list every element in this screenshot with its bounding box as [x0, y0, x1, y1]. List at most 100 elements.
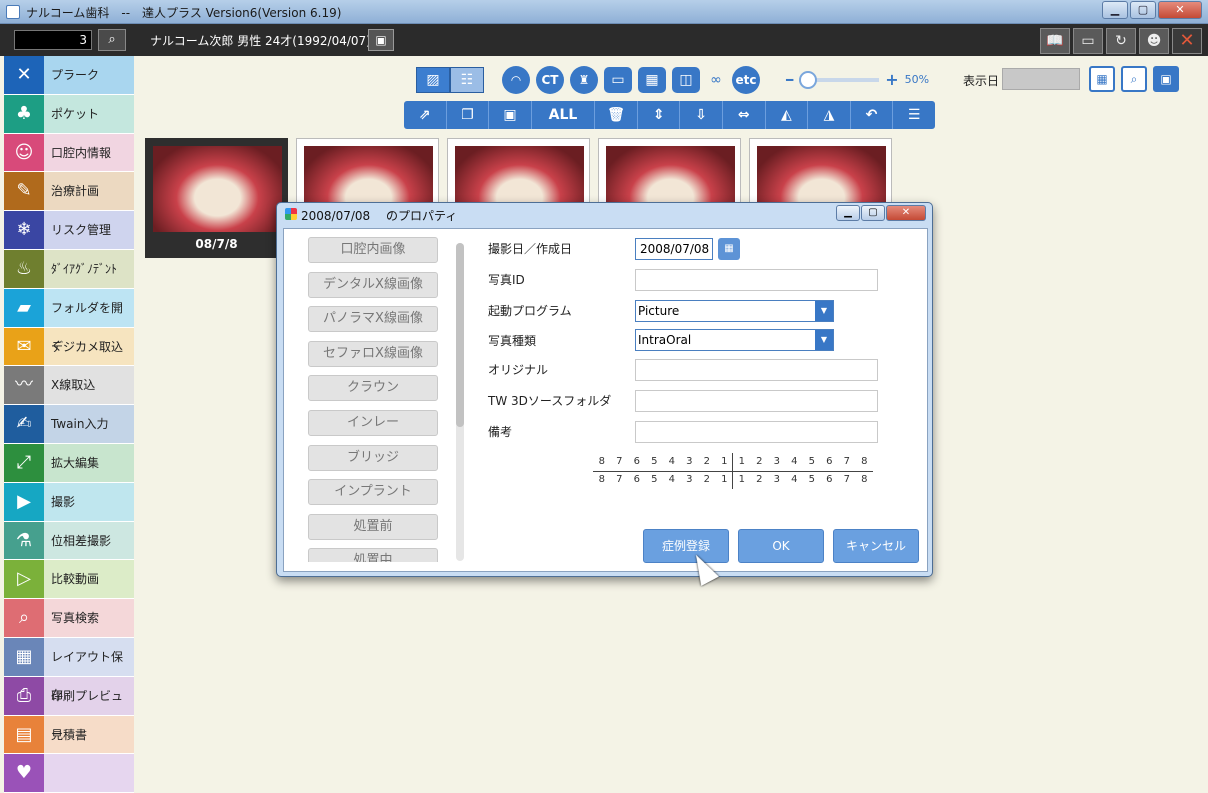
tooth-number[interactable]: 5 — [646, 453, 664, 471]
copy-icon[interactable]: ❐ — [447, 101, 490, 129]
tooth-number[interactable]: 3 — [681, 471, 699, 489]
original-input[interactable] — [635, 359, 878, 381]
rotate-left-icon[interactable]: ◭ — [766, 101, 809, 129]
sidebar-item[interactable]: 〰 X線取込 — [4, 366, 134, 406]
tooth-number[interactable]: 1 — [733, 453, 751, 471]
register-case-button[interactable]: 症例登録 — [643, 529, 729, 563]
maximize-button[interactable]: ▢ — [1130, 1, 1156, 19]
dialog-minimize-button[interactable]: ▁ — [836, 205, 860, 221]
tooth-number[interactable]: 4 — [663, 453, 681, 471]
date-input[interactable]: 2008/07/08 — [635, 238, 713, 260]
tooth-number[interactable]: 8 — [593, 453, 611, 471]
category-button[interactable]: 処置前 — [308, 513, 438, 540]
tooth-number[interactable]: 5 — [803, 453, 821, 471]
sidebar-item[interactable]: ▤ 見積書 — [4, 715, 134, 755]
sidebar-item[interactable]: ⌕ 写真検索 — [4, 599, 134, 638]
category-button[interactable]: インプラント — [308, 479, 438, 506]
tooth-number[interactable]: 1 — [716, 471, 734, 489]
chevron-down-icon[interactable]: ▼ — [815, 330, 833, 350]
tooth-number[interactable]: 7 — [611, 471, 629, 489]
sidebar-item[interactable]: ✎ 治療計画 — [4, 172, 134, 212]
tooth-number[interactable]: 1 — [733, 471, 751, 489]
zoom-slider[interactable] — [799, 70, 880, 89]
calendar-all-icon[interactable]: ▣ — [1153, 66, 1179, 92]
tooth-number[interactable]: 4 — [786, 453, 804, 471]
sidebar-item[interactable]: ▷ 比較動画 — [4, 560, 134, 600]
tooth-number[interactable]: 4 — [663, 471, 681, 489]
monitor-icon[interactable]: ▭ — [1073, 28, 1103, 54]
tooth-number[interactable]: 3 — [681, 453, 699, 471]
tw3d-input[interactable] — [635, 390, 878, 412]
sidebar-item[interactable]: ▶ 撮影 — [4, 482, 134, 522]
zoom-in-icon[interactable]: + — [885, 70, 898, 89]
calendar-icon[interactable]: ▦ — [718, 238, 740, 260]
tooth-number[interactable]: 6 — [628, 471, 646, 489]
list-icon[interactable]: ☰ — [893, 101, 935, 129]
flip-vertical-icon[interactable]: ⇕ — [638, 101, 681, 129]
calendar-search-icon[interactable]: ⌕ — [1121, 66, 1147, 92]
sidebar-item[interactable]: ⚗ 位相差撮影 — [4, 521, 134, 561]
program-select[interactable]: Picture ▼ — [635, 300, 834, 322]
export-icon[interactable]: ⇗ — [404, 101, 447, 129]
category-button[interactable]: 口腔内画像 — [308, 237, 438, 263]
zoom-slider-knob[interactable] — [799, 70, 818, 89]
link-icon[interactable]: ∞ — [706, 67, 726, 93]
ok-button[interactable]: OK — [738, 529, 824, 563]
patient-id-input[interactable]: 3 — [14, 30, 92, 50]
search-icon[interactable]: ⌕ — [98, 29, 126, 51]
trash-icon[interactable]: 🗑 — [595, 101, 638, 129]
sidebar-item[interactable]: ⤢ 拡大編集 — [4, 443, 134, 483]
tooth-number[interactable]: 3 — [768, 471, 786, 489]
film-icon[interactable]: ◫ — [672, 67, 700, 93]
duplicate-icon[interactable]: ▣ — [489, 101, 532, 129]
sidebar-item[interactable]: ✕ プラーク — [4, 56, 134, 95]
tooth-number[interactable]: 4 — [786, 471, 804, 489]
sidebar-item[interactable]: ☺ 口腔内情報 — [4, 133, 134, 173]
tooth-number[interactable]: 6 — [821, 453, 839, 471]
patient-card-icon[interactable]: ▣ — [368, 29, 394, 51]
category-button[interactable]: 処置中 — [308, 548, 438, 562]
calendar-icon[interactable]: ▦ — [1089, 66, 1115, 92]
dental-arch-icon[interactable]: ◠ — [502, 66, 530, 94]
tooth-number[interactable]: 8 — [593, 471, 611, 489]
image-view-icon[interactable]: ▨ — [416, 67, 450, 93]
select-all-button[interactable]: ALL — [532, 101, 596, 129]
tooth-number[interactable]: 3 — [768, 453, 786, 471]
refresh-icon[interactable]: ↻ — [1106, 28, 1136, 54]
tooth-number[interactable]: 1 — [716, 453, 734, 471]
tooth-number[interactable]: 7 — [838, 471, 856, 489]
panorama-icon[interactable]: ▭ — [604, 67, 632, 93]
minimize-button[interactable]: ▁ — [1102, 1, 1128, 19]
photo-thumbnail[interactable]: 08/7/8 — [145, 138, 288, 258]
tooth-number[interactable]: 2 — [698, 453, 716, 471]
flip-horizontal-icon[interactable]: ⇔ — [723, 101, 766, 129]
list-view-icon[interactable]: ☷ — [450, 67, 484, 93]
tooth-number[interactable]: 5 — [646, 471, 664, 489]
sidebar-item[interactable]: ✉ デジカメ取込 — [4, 327, 134, 367]
chevron-down-icon[interactable]: ▼ — [815, 301, 833, 321]
tooth-number[interactable]: 7 — [611, 453, 629, 471]
display-date-input[interactable] — [1002, 68, 1080, 90]
move-down-icon[interactable]: ⇩ — [680, 101, 723, 129]
photo-type-select[interactable]: IntraOral ▼ — [635, 329, 834, 351]
zoom-out-icon[interactable]: ━ — [786, 73, 793, 87]
sidebar-item[interactable]: ▦ レイアウト保存 — [4, 637, 134, 702]
photo-id-input[interactable] — [635, 269, 878, 291]
tooth-icon[interactable]: ♜ — [570, 66, 598, 94]
rotate-right-icon[interactable]: ◮ — [808, 101, 851, 129]
sidebar-item[interactable]: ❄ リスク管理 — [4, 211, 134, 250]
tooth-number[interactable]: 2 — [751, 471, 769, 489]
category-button[interactable]: セファロX線画像 — [308, 340, 438, 367]
tooth-number[interactable]: 2 — [698, 471, 716, 489]
tooth-number[interactable]: 6 — [821, 471, 839, 489]
sidebar-item[interactable]: ✍ Twain入力 — [4, 405, 134, 444]
grid-icon[interactable]: ▦ — [638, 67, 666, 93]
category-button[interactable]: インレー — [308, 409, 438, 436]
category-scrollbar[interactable] — [456, 243, 464, 561]
close-button[interactable]: ✕ — [1158, 1, 1202, 19]
cancel-button[interactable]: キャンセル — [833, 529, 919, 563]
tooth-number[interactable]: 2 — [751, 453, 769, 471]
tooth-number[interactable]: 8 — [856, 471, 874, 489]
tooth-number[interactable]: 7 — [838, 453, 856, 471]
user-icon[interactable]: ☻ — [1139, 28, 1169, 54]
